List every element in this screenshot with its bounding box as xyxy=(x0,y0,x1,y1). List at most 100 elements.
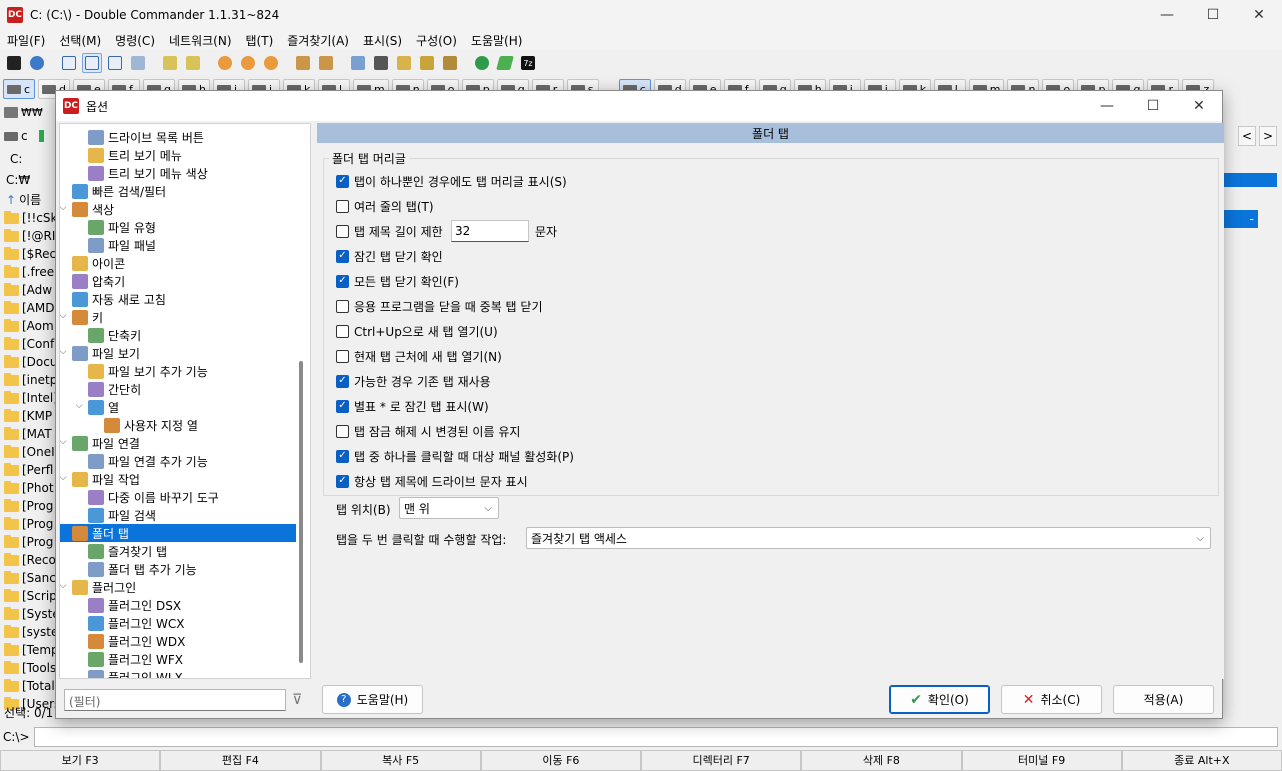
list-item[interactable]: [KMP xyxy=(4,407,56,425)
list-item[interactable]: [syste xyxy=(4,623,56,641)
tree-item-2[interactable]: 트리 보기 메뉴 색상 xyxy=(88,164,214,182)
list-item[interactable]: [.free xyxy=(4,263,56,281)
edit-f4-button[interactable]: 편집 F4 xyxy=(160,750,321,771)
list-item[interactable]: [!@RI xyxy=(4,227,56,245)
tree-filter-input[interactable]: (필터) xyxy=(64,689,286,711)
tree-item-5[interactable]: 파일 유형 xyxy=(88,218,162,236)
list-item[interactable]: [!!cSk xyxy=(4,209,56,227)
tree-item-14[interactable]: 간단히 xyxy=(88,380,147,398)
tree-item-30[interactable]: 플러그인 WLX xyxy=(88,668,189,678)
checkbox-checked-icon[interactable]: ✓ xyxy=(336,249,349,263)
tree-item-6[interactable]: 파일 패널 xyxy=(88,236,162,254)
tree-item-19[interactable]: 파일 작업 xyxy=(72,470,146,488)
copy-f5-button[interactable]: 복사 F5 xyxy=(320,750,481,771)
left-tab-header[interactable]: ₩₩ xyxy=(4,102,58,122)
brief-view-icon[interactable] xyxy=(59,53,79,73)
checkbox-checked-icon[interactable]: ✓ xyxy=(336,399,349,413)
list-item[interactable]: [Adw xyxy=(4,281,56,299)
help-button[interactable]: ? 도움말(H) xyxy=(322,685,423,714)
double-click-action-combo[interactable]: 즐겨찾기 탭 액세스 ⌵ xyxy=(526,527,1211,549)
checkbox-checked-icon[interactable]: ✓ xyxy=(336,274,349,288)
clear-filter-icon[interactable]: ⊽ xyxy=(292,692,302,708)
list-item[interactable]: [Aom xyxy=(4,317,56,335)
tree-item-9[interactable]: 자동 새로 고침 xyxy=(72,290,172,308)
tree-expander-icon[interactable]: ⌵ xyxy=(60,311,68,321)
refresh-icon[interactable] xyxy=(472,53,492,73)
tree-item-4[interactable]: 색상 xyxy=(72,200,120,218)
tree-item-27[interactable]: 플러그인 WCX xyxy=(88,614,190,632)
menu-file[interactable]: 파일(F) xyxy=(0,32,52,49)
tree-expander-icon[interactable]: ⌵ xyxy=(60,581,68,591)
checkbox-unchecked-icon[interactable] xyxy=(336,199,349,213)
list-item[interactable]: [Tools xyxy=(4,659,56,677)
menu-network[interactable]: 네트워크(N) xyxy=(162,32,239,49)
checkbox-unchecked-icon[interactable] xyxy=(336,224,349,238)
menu-help[interactable]: 도움말(H) xyxy=(464,32,530,49)
tree-item-7[interactable]: 아이콘 xyxy=(72,254,131,272)
option-checkbox-12[interactable]: ✓ 항상 탭 제목에 드라이브 문자 표시 xyxy=(336,472,528,490)
tree-item-29[interactable]: 플러그인 WFX xyxy=(88,650,189,668)
select-minus-icon[interactable] xyxy=(261,53,281,73)
list-item[interactable]: [Phot xyxy=(4,479,56,497)
left-drive-button[interactable]: c xyxy=(4,126,54,146)
tree-item-21[interactable]: 파일 검색 xyxy=(88,506,162,524)
multi-rename-icon[interactable] xyxy=(394,53,414,73)
list-item[interactable]: [Total xyxy=(4,677,56,695)
tree-expander-icon[interactable]: ⌵ xyxy=(60,347,68,357)
list-item[interactable]: [OneI xyxy=(4,443,56,461)
checkbox-checked-icon[interactable]: ✓ xyxy=(336,449,349,463)
cancel-button[interactable]: ✕ 취소(C) xyxy=(1001,685,1102,714)
list-item[interactable]: [inetp xyxy=(4,371,56,389)
tree-item-25[interactable]: 플러그인 xyxy=(72,578,142,596)
list-item[interactable]: [Temp xyxy=(4,641,56,659)
maximize-button[interactable]: ☐ xyxy=(1190,0,1236,30)
checkbox-checked-icon[interactable]: ✓ xyxy=(336,474,349,488)
copy-right-icon[interactable] xyxy=(183,53,203,73)
option-checkbox-11[interactable]: ✓ 탭 중 하나를 클릭할 때 대상 패널 활성화(P) xyxy=(336,447,574,465)
tree-expander-icon[interactable]: ⌵ xyxy=(60,203,68,213)
option-checkbox-7[interactable]: 현재 탭 근처에 새 탭 열기(N) xyxy=(336,347,502,365)
dialog-maximize-button[interactable]: ☐ xyxy=(1130,91,1176,121)
tree-item-12[interactable]: 파일 보기 xyxy=(72,344,146,362)
full-view-icon[interactable] xyxy=(82,53,102,73)
tab-title-length-value[interactable]: 32 xyxy=(451,220,529,242)
menu-show[interactable]: 표시(S) xyxy=(356,32,409,49)
unpack-icon[interactable] xyxy=(316,53,336,73)
select-all-icon[interactable] xyxy=(238,53,258,73)
option-checkbox-10[interactable]: 탭 잠금 해제 시 변경된 이름 유지 xyxy=(336,422,520,440)
option-checkbox-3[interactable]: ✓ 잠긴 탭 닫기 확인 xyxy=(336,247,443,265)
tree-item-20[interactable]: 다중 이름 바꾸기 도구 xyxy=(88,488,225,506)
edit-icon[interactable] xyxy=(495,53,515,73)
list-item[interactable]: [Scrip xyxy=(4,587,56,605)
tree-item-15[interactable]: 열 xyxy=(88,398,125,416)
tree-item-23[interactable]: 즐겨찾기 탭 xyxy=(88,542,173,560)
menu-configuration[interactable]: 구성(O) xyxy=(409,32,464,49)
list-item[interactable]: [AMD xyxy=(4,299,56,317)
ok-button[interactable]: ✔ 확인(O) xyxy=(889,685,990,714)
tab-position-combo[interactable]: 맨 위 ⌵ xyxy=(399,497,499,519)
copy-left-icon[interactable] xyxy=(160,53,180,73)
tree-item-17[interactable]: 파일 연결 xyxy=(72,434,146,452)
option-checkbox-6[interactable]: Ctrl+Up으로 새 탭 열기(U) xyxy=(336,322,498,340)
compare-icon[interactable] xyxy=(348,53,368,73)
menu-tabs[interactable]: 탭(T) xyxy=(239,32,281,49)
tree-item-8[interactable]: 압축기 xyxy=(72,272,131,290)
tab-title-length-input[interactable]: 32 xyxy=(451,220,529,242)
tree-item-1[interactable]: 트리 보기 메뉴 xyxy=(88,146,188,164)
notes-icon[interactable] xyxy=(417,53,437,73)
dialog-minimize-button[interactable]: — xyxy=(1084,91,1130,121)
move-f6-button[interactable]: 이동 F6 xyxy=(480,750,641,771)
flat-view-icon[interactable] xyxy=(128,53,148,73)
delete-f8-button[interactable]: 삭제 F8 xyxy=(801,750,962,771)
left-drive-c-button[interactable]: c xyxy=(3,79,35,99)
list-item[interactable]: [Syste xyxy=(4,605,56,623)
option-checkbox-1[interactable]: 여러 줄의 탭(T) xyxy=(336,197,434,215)
apply-button[interactable]: 적용(A) xyxy=(1113,685,1214,714)
tree-item-0[interactable]: 드라이브 목록 버튼 xyxy=(88,128,210,146)
tree-item-3[interactable]: 빠른 검색/필터 xyxy=(72,182,172,200)
minimize-button[interactable]: — xyxy=(1144,0,1190,30)
sync-dirs-icon[interactable] xyxy=(440,53,460,73)
checkbox-unchecked-icon[interactable] xyxy=(336,324,349,338)
search-binoculars-icon[interactable] xyxy=(371,53,391,73)
list-item[interactable]: [Reco xyxy=(4,551,56,569)
